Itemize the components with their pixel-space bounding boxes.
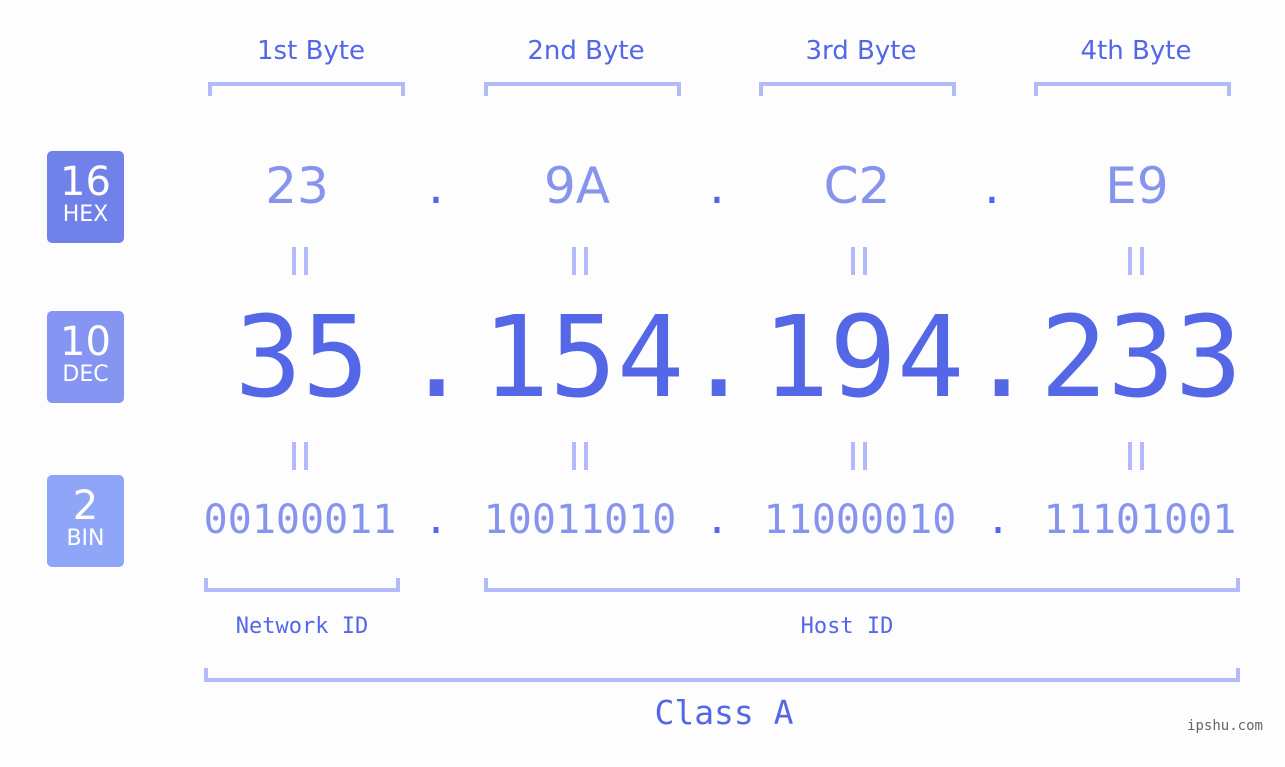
bin-byte-2: 10011010	[483, 497, 677, 543]
hex-separator-2: .	[709, 157, 725, 215]
bin-separator-3: .	[985, 497, 1011, 543]
byte-2-header: 2nd Byte	[527, 36, 645, 66]
byte-4-bracket	[1034, 82, 1231, 96]
hex-byte-3: C2	[823, 157, 891, 215]
dec-byte-1: 35	[234, 293, 370, 423]
dec-byte-3: 194	[762, 293, 965, 423]
dec-separator-2: .	[685, 293, 753, 423]
dec-separator-1: .	[403, 293, 471, 423]
hex-byte-4: E9	[1105, 157, 1169, 215]
bin-byte-3: 11000010	[763, 497, 957, 543]
hex-separator-1: .	[428, 157, 444, 215]
byte-3-bracket	[759, 82, 956, 96]
bin-base-badge: 2 BIN	[47, 475, 124, 567]
hex-base-number: 16	[60, 159, 111, 205]
ip-class-label: Class A	[654, 693, 794, 732]
dec-base-number: 10	[60, 319, 111, 365]
dec-byte-2: 154	[482, 293, 685, 423]
bin-byte-1: 00100011	[203, 497, 397, 543]
bin-base-number: 2	[72, 483, 99, 529]
dec-byte-4: 233	[1040, 293, 1243, 423]
network-id-label: Network ID	[235, 614, 369, 639]
hex-byte-2: 9A	[543, 157, 610, 215]
byte-3-header: 3rd Byte	[805, 36, 917, 66]
network-id-bracket	[204, 578, 400, 592]
byte-1-header: 1st Byte	[257, 36, 365, 66]
class-bracket	[204, 668, 1240, 682]
bin-separator-2: .	[704, 497, 730, 543]
hex-base-label: HEX	[62, 202, 109, 227]
dec-base-badge: 10 DEC	[47, 311, 124, 403]
byte-4-header: 4th Byte	[1080, 36, 1192, 66]
host-id-label: Host ID	[800, 614, 894, 639]
byte-2-bracket	[484, 82, 681, 96]
bin-byte-4: 11101001	[1043, 497, 1237, 543]
dec-base-label: DEC	[62, 362, 109, 387]
bin-separator-1: .	[423, 497, 449, 543]
watermark: ipshu.com	[1187, 718, 1263, 734]
bin-base-label: BIN	[66, 526, 105, 551]
host-id-bracket	[484, 578, 1240, 592]
hex-byte-1: 23	[265, 157, 329, 215]
byte-1-bracket	[208, 82, 405, 96]
dec-separator-3: .	[968, 293, 1036, 423]
hex-base-badge: 16 HEX	[47, 151, 124, 243]
hex-separator-3: .	[984, 157, 1000, 215]
